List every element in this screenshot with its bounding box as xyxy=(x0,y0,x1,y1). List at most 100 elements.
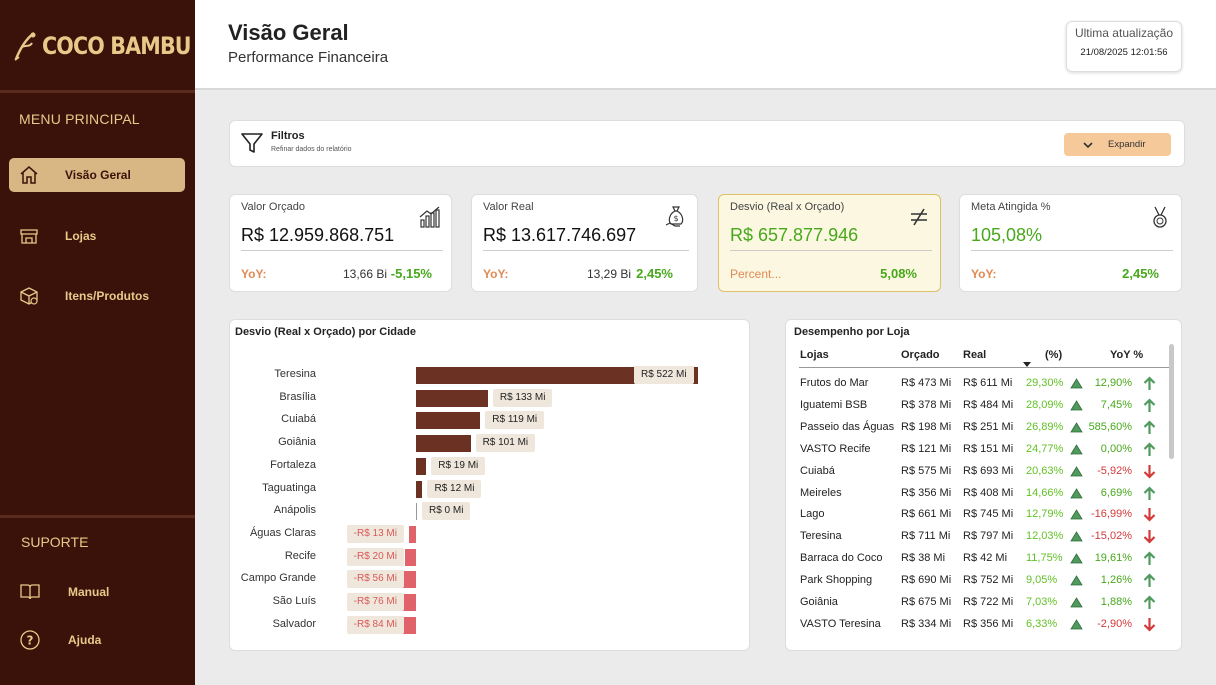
column-header-yoy[interactable]: YoY % xyxy=(1110,349,1143,361)
cell-orcado: R$ 661 Mi xyxy=(901,508,952,521)
city-label: Campo Grande xyxy=(240,572,316,585)
cell-orcado: R$ 675 Mi xyxy=(901,596,952,608)
bar-row[interactable]: Fortaleza R$ 19 Mi xyxy=(230,455,750,477)
column-header-orcado[interactable]: Orçado xyxy=(901,349,940,361)
page-header: Visão Geral Performance Financeira Ultim… xyxy=(195,0,1216,90)
bar[interactable] xyxy=(416,435,471,453)
sidebar-item-visao-geral[interactable]: Visão Geral xyxy=(9,158,185,192)
table-row[interactable]: Meireles R$ 356 Mi R$ 408 Mi 14,66% 6,69% xyxy=(786,483,1166,505)
arrow-up-icon xyxy=(1143,573,1156,588)
expand-filters-button[interactable]: Expandir xyxy=(1064,133,1171,156)
ajuda-link[interactable]: ? Ajuda xyxy=(18,627,101,653)
bar-row[interactable]: Campo Grande -R$ 56 Mi xyxy=(230,568,750,590)
last-update-label: Ultima atualização xyxy=(1074,26,1174,40)
table-row[interactable]: VASTO Teresina R$ 334 Mi R$ 356 Mi 6,33% -2,… xyxy=(786,614,1166,636)
table-row[interactable]: Passeio das Águas R$ 198 Mi R$ 251 Mi 26,89… xyxy=(786,417,1166,439)
cell-loja: Teresina xyxy=(800,530,842,543)
city-label: Goiânia xyxy=(278,436,316,449)
cell-real: R$ 752 Mi xyxy=(963,574,1014,587)
svg-text:$: $ xyxy=(673,214,678,223)
last-update-card: Ultima atualização 21/08/2025 12:01:56 xyxy=(1066,21,1182,72)
column-header-lojas[interactable]: Lojas xyxy=(800,349,829,361)
table-row[interactable]: Iguatemi BSB R$ 378 Mi R$ 484 Mi 28,09% 7,45… xyxy=(786,395,1166,417)
bar[interactable] xyxy=(416,412,481,430)
triangle-up-icon xyxy=(1070,487,1083,498)
kpi-yoy-label: YoY: xyxy=(241,267,267,281)
sidebar-item-label: Lojas xyxy=(65,229,97,243)
bar-row[interactable]: São Luís -R$ 76 Mi xyxy=(230,591,750,613)
column-header-real[interactable]: Real xyxy=(963,349,986,361)
sidebar-item-itens-produtos[interactable]: Itens/Produtos xyxy=(9,279,185,313)
help-icon: ? xyxy=(18,628,42,652)
triangle-up-icon xyxy=(1070,619,1083,630)
bar[interactable] xyxy=(405,548,416,566)
bar-row[interactable]: Recife -R$ 20 Mi xyxy=(230,546,750,568)
bar[interactable] xyxy=(416,389,488,407)
bar-value-label: R$ 522 Mi xyxy=(634,366,694,384)
cell-loja: Lago xyxy=(800,508,825,521)
table-scrollbar[interactable] xyxy=(1169,344,1174,459)
cell-loja: Park Shopping xyxy=(800,574,873,587)
cell-orcado: R$ 378 Mi xyxy=(901,398,952,411)
cell-loja: Iguatemi BSB xyxy=(800,398,868,411)
table-row[interactable]: Cuiabá R$ 575 Mi R$ 693 Mi 20,63% -5,92% xyxy=(786,461,1166,483)
filter-bar: Filtros Refinar dados do relatório Expan… xyxy=(229,120,1185,167)
table-row[interactable]: Park Shopping R$ 690 Mi R$ 752 Mi 9,05% 1,26… xyxy=(786,570,1166,592)
city-label: Anápolis xyxy=(273,504,316,517)
bar-row[interactable]: Taguatinga R$ 12 Mi xyxy=(230,478,750,500)
sidebar-item-lojas[interactable]: Lojas xyxy=(9,219,185,253)
bar-row[interactable]: Cuiabá R$ 119 Mi xyxy=(230,409,750,431)
kpi-valor-orcado: Valor Orçado R$ 12.959.868.751 YoY: 13,6… xyxy=(229,194,452,292)
bar-chart-icon xyxy=(419,206,440,228)
cell-pct: 14,66% xyxy=(1026,486,1064,499)
table-row[interactable]: Teresina R$ 711 Mi R$ 797 Mi 12,03% -15,02% xyxy=(786,526,1166,548)
cell-loja: Cuiabá xyxy=(800,464,835,477)
money-bag-icon: $ xyxy=(665,206,684,227)
cell-orcado: R$ 690 Mi xyxy=(901,574,952,587)
table-row[interactable]: Lago R$ 661 Mi R$ 745 Mi 12,79% -16,99% xyxy=(786,504,1166,526)
bar[interactable] xyxy=(416,503,417,521)
cell-real: R$ 611 Mi xyxy=(963,377,1013,389)
bar[interactable] xyxy=(416,480,423,498)
kpi-meta-atingida: Meta Atingida % 105,08% YoY: 2,45% xyxy=(959,194,1182,292)
bar-value-label: R$ 119 Mi xyxy=(485,411,545,430)
bar-row[interactable]: Salvador -R$ 84 Mi xyxy=(230,614,750,636)
cell-pct: 12,79% xyxy=(1026,508,1064,521)
bar[interactable] xyxy=(416,457,427,475)
table-row[interactable]: Goiânia R$ 675 Mi R$ 722 Mi 7,03% 1,88% xyxy=(786,592,1166,614)
chevron-down-icon xyxy=(1083,141,1093,148)
bar-row[interactable]: Águas Claras -R$ 13 Mi xyxy=(230,523,750,545)
cell-orcado: R$ 473 Mi xyxy=(901,377,952,389)
cell-loja: VASTO Teresina xyxy=(800,617,881,630)
arrow-down-icon xyxy=(1143,508,1156,522)
cell-pct: 11,75% xyxy=(1026,552,1063,565)
table-row[interactable]: VASTO Recife R$ 121 Mi R$ 151 Mi 24,77% 0,00… xyxy=(786,439,1166,461)
cell-real: R$ 408 Mi xyxy=(963,486,1014,499)
expand-label: Expandir xyxy=(1108,139,1146,150)
city-label: São Luís xyxy=(272,595,316,607)
cell-yoy: 6,69% xyxy=(1100,486,1132,499)
cell-yoy: -5,92% xyxy=(1097,464,1132,477)
table-row[interactable]: Frutos do Mar R$ 473 Mi R$ 611 Mi 29,30% 12,… xyxy=(786,373,1166,395)
cell-orcado: R$ 198 Mi xyxy=(901,420,952,433)
cell-orcado: R$ 334 Mi xyxy=(901,617,952,630)
bar-row[interactable]: Goiânia R$ 101 Mi xyxy=(230,432,750,454)
column-header-pct[interactable]: (%) xyxy=(1045,349,1062,361)
table-row[interactable]: Barraca do Coco R$ 38 Mi R$ 42 Mi 11,75% 19,… xyxy=(786,548,1166,570)
kpi-previous-value: 13,29 Bi xyxy=(587,267,632,281)
bar-row[interactable]: Teresina R$ 522 Mi xyxy=(230,364,750,386)
manual-link[interactable]: Manual xyxy=(18,579,109,605)
cell-loja: Meireles xyxy=(800,486,842,499)
cell-pct: 28,09% xyxy=(1026,398,1064,411)
cell-real: R$ 484 Mi xyxy=(963,398,1014,411)
bar[interactable] xyxy=(408,525,416,543)
kpi-value: 105,08% xyxy=(971,225,1043,245)
bar-row[interactable]: Brasília R$ 133 Mi xyxy=(230,387,750,409)
cell-pct: 20,63% xyxy=(1026,464,1064,477)
bar-row[interactable]: Anápolis R$ 0 Mi xyxy=(230,500,750,522)
sidebar: COCO BAMBU MENU PRINCIPAL Visão Geral Lo… xyxy=(0,0,195,685)
home-icon xyxy=(17,163,41,187)
kpi-delta: 2,45% xyxy=(1122,266,1159,281)
triangle-up-icon xyxy=(1070,422,1083,433)
cell-orcado: R$ 121 Mi xyxy=(901,442,952,455)
